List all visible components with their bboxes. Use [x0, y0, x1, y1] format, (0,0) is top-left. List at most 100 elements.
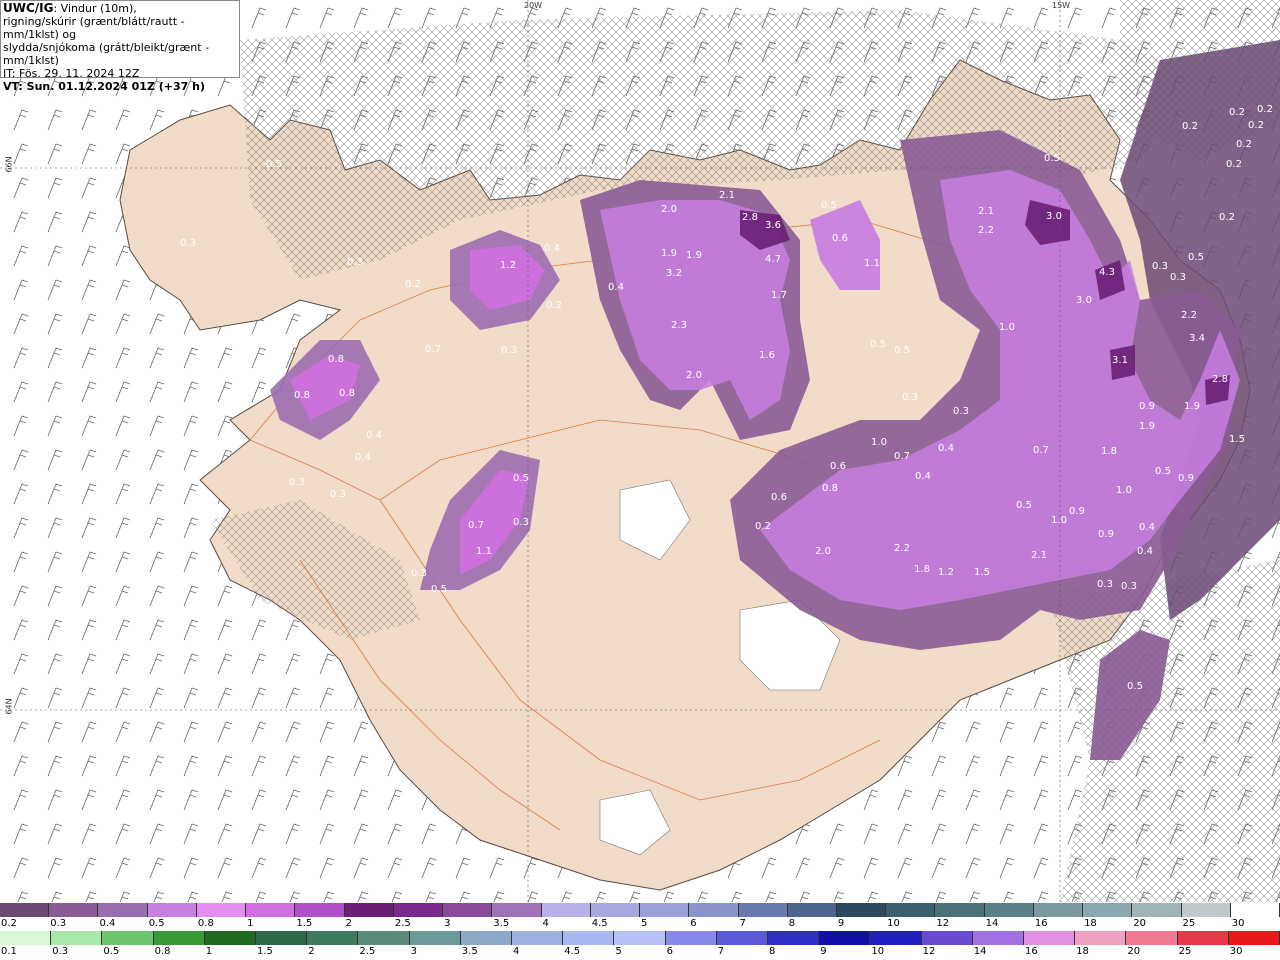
- precip-value: 1.8: [1101, 446, 1117, 457]
- precip-value: 1.9: [661, 248, 677, 259]
- scale-swatch: [614, 931, 666, 945]
- scale-swatch: [935, 903, 985, 917]
- scale-swatch: [1075, 931, 1127, 945]
- scale-swatch: [984, 903, 1034, 917]
- precip-value: 0.4: [915, 471, 931, 482]
- scale-label: 0.4: [99, 918, 116, 929]
- precip-value: 0.2: [546, 300, 562, 311]
- precip-value: 0.4: [366, 430, 382, 441]
- precip-value: 0.4: [938, 443, 954, 454]
- scale-swatch: [590, 903, 641, 917]
- scale-swatch: [1126, 931, 1178, 945]
- scale-swatch: [665, 931, 717, 945]
- precip-value: 0.6: [830, 461, 846, 472]
- scale-swatch: [921, 931, 973, 945]
- precip-value: 0.3: [1097, 579, 1113, 590]
- scale-swatch: [787, 903, 837, 917]
- scale-label: 3.5: [461, 946, 478, 957]
- precip-value: 3.1: [1112, 355, 1128, 366]
- scale-label: 1.5: [257, 946, 273, 957]
- precip-value: 0.4: [544, 243, 560, 254]
- scale-swatch: [49, 903, 99, 917]
- precip-value: 0.9: [1139, 401, 1155, 412]
- precip-value: 0.5: [821, 200, 837, 211]
- scale-swatch: [246, 903, 296, 917]
- scale-swatch: [295, 903, 345, 917]
- scale-swatch: [768, 931, 820, 945]
- scale-label: 30: [1231, 918, 1245, 929]
- scale-swatch: [153, 931, 205, 945]
- scale-swatch: [1230, 903, 1280, 917]
- precip-value: 0.3: [180, 238, 196, 249]
- precip-value: 0.5: [1188, 252, 1204, 263]
- scale-label: 30: [1229, 946, 1243, 957]
- precip-value: 0.3: [501, 345, 517, 356]
- precip-value: 2.2: [978, 225, 994, 236]
- precip-value: 0.2: [1226, 159, 1242, 170]
- scale-label: 18: [1084, 918, 1097, 929]
- precip-value: 0.5: [513, 473, 529, 484]
- precip-value: 0.4: [608, 282, 624, 293]
- scale-label: 16: [1025, 946, 1038, 957]
- precip-value: 0.2: [1236, 139, 1252, 150]
- scale-label: 0.2: [1, 918, 17, 929]
- precip-value: 0.8: [339, 388, 355, 399]
- scale-swatch: [1033, 903, 1084, 917]
- scale-label: 1: [247, 918, 254, 929]
- scale-label: 4: [513, 946, 520, 957]
- precip-value: 0.3: [289, 477, 305, 488]
- precip-value: 0.3: [1121, 581, 1137, 592]
- scale-swatch: [307, 931, 359, 945]
- scale-swatch: [563, 931, 615, 945]
- precip-value: 4.7: [765, 254, 781, 265]
- precip-value: 1.2: [938, 567, 954, 578]
- precip-value: 0.2: [1248, 120, 1264, 131]
- precip-value: 0.7: [468, 520, 484, 531]
- scale-swatch: [886, 903, 936, 917]
- scale-label: 4.5: [564, 946, 581, 957]
- precip-value: 1.0: [871, 437, 887, 448]
- init-time: IT: Fös. 29. 11. 2024 12Z: [3, 67, 140, 80]
- precip-value: 2.1: [1031, 550, 1047, 561]
- subtitle-line-1: rigning/skúrir (grænt/blátt/rautt - mm/1…: [3, 15, 185, 41]
- precip-value: 1.1: [476, 546, 492, 557]
- color-scale-rain: [0, 931, 1280, 945]
- scale-label: 7: [717, 946, 725, 957]
- precip-value: 0.3: [513, 517, 529, 528]
- scale-swatch: [1228, 931, 1280, 945]
- scale-swatch: [102, 931, 154, 945]
- scale-label: 3: [444, 918, 451, 929]
- scale-swatch: [512, 931, 564, 945]
- precip-value: 1.7: [771, 290, 787, 301]
- precip-value: 3.6: [765, 220, 781, 231]
- lon-label-20w: 20W: [524, 1, 543, 10]
- precip-value: 0.3: [330, 489, 346, 500]
- scale-label: 7: [739, 918, 746, 929]
- scale-label: 1: [205, 946, 213, 957]
- precip-value: 0.8: [328, 354, 344, 365]
- scale-label: 20: [1133, 918, 1147, 929]
- precip-value: 0.5: [431, 584, 447, 595]
- precip-value: 0.5: [1127, 681, 1143, 692]
- precip-value: 1.8: [914, 564, 930, 575]
- scale-label: 10: [871, 946, 885, 957]
- precip-value: 2.8: [742, 212, 758, 223]
- lat-label-64n: 64N: [4, 698, 14, 715]
- scale-swatch: [98, 903, 148, 917]
- scale-label: 3: [410, 946, 417, 957]
- precip-value: 0.3: [411, 568, 427, 579]
- precip-value: 0.9: [1069, 506, 1085, 517]
- lat-label-66n: 66N: [4, 156, 14, 173]
- scale-label: 0.5: [103, 946, 120, 957]
- scale-label: 8: [769, 946, 776, 957]
- precip-value: 1.0: [1051, 515, 1067, 526]
- valid-time: VT: Sun. 01.12.2024 01Z (+37 h): [3, 80, 206, 93]
- scale-swatch: [1024, 931, 1076, 945]
- scale-swatch: [358, 931, 410, 945]
- scale-swatch: [716, 931, 769, 945]
- scale-label: 25: [1182, 918, 1196, 929]
- precip-value: 3.0: [1076, 295, 1092, 306]
- weather-map: 0.50.30.30.21.20.40.20.42.02.12.83.61.9 1…: [0, 0, 1280, 902]
- scale-label: 20: [1127, 946, 1141, 957]
- precip-value: 2.1: [978, 206, 994, 217]
